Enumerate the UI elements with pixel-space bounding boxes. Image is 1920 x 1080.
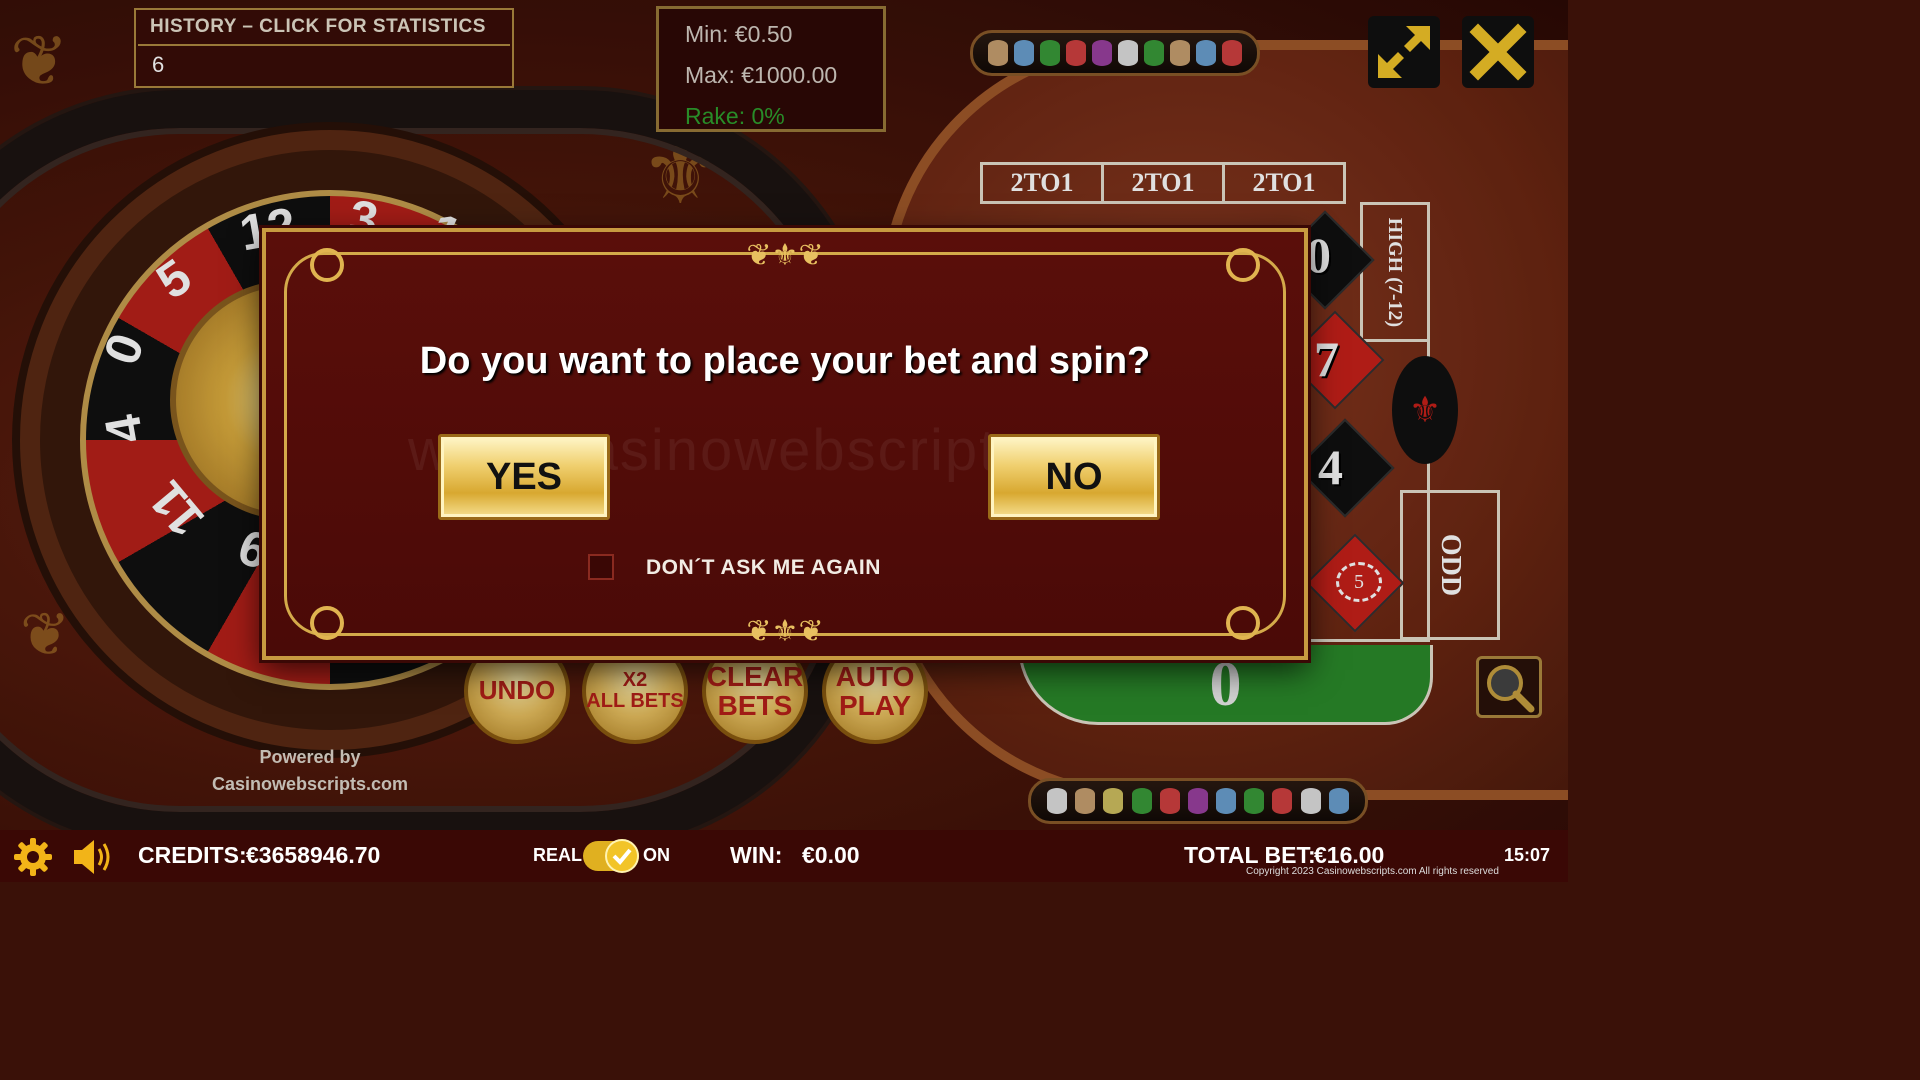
gear-icon: [14, 838, 52, 876]
settings-button[interactable]: [12, 836, 54, 878]
status-bar: CREDITS: €3658946.70 REAL ON WIN: €0.00 …: [0, 830, 1568, 882]
top-flourish: ❦⚜❦: [746, 238, 824, 273]
credits-label: CREDITS:: [138, 842, 247, 868]
total-bet-label: TOTAL BET:: [1184, 842, 1316, 868]
speaker-icon: [74, 840, 110, 874]
real-mode-toggle[interactable]: [583, 839, 639, 873]
clock: 15:07: [1504, 845, 1551, 865]
sound-button[interactable]: [72, 838, 114, 876]
corner-flourish: [1226, 248, 1260, 282]
mode-real-label: REAL: [533, 845, 582, 865]
dont-ask-label[interactable]: DON´T ASK ME AGAIN: [646, 556, 881, 580]
checkmark-icon: [612, 848, 632, 865]
dont-ask-checkbox[interactable]: [588, 554, 614, 580]
roulette-table-scene: ❦ ⚜ ❦ ❦ ❦ ❦ 12 3 10 5 0 4 11 9 2TO1 2TO1…: [0, 0, 1568, 830]
toggle-knob: [605, 839, 639, 873]
dialog-question: Do you want to place your bet and spin?: [419, 340, 1151, 382]
bottom-flourish: ❦⚜❦: [746, 614, 824, 649]
copyright: Copyright 2023 Casinowebscripts.com All …: [1246, 866, 1499, 877]
win-label: WIN:: [730, 842, 783, 868]
no-button[interactable]: NO: [988, 434, 1160, 520]
yes-label: YES: [485, 455, 563, 498]
win-value: €0.00: [802, 842, 860, 868]
credits-value: €3658946.70: [246, 842, 381, 868]
yes-button[interactable]: YES: [438, 434, 610, 520]
corner-flourish: [310, 606, 344, 640]
no-label: NO: [1045, 455, 1103, 498]
confirm-spin-dialog: ❦⚜❦ ❦⚜❦ Do you want to place your bet an…: [262, 228, 1308, 660]
total-bet-value: €16.00: [1314, 842, 1385, 868]
corner-flourish: [310, 248, 344, 282]
corner-flourish: [1226, 606, 1260, 640]
mode-on-label: ON: [643, 845, 670, 865]
